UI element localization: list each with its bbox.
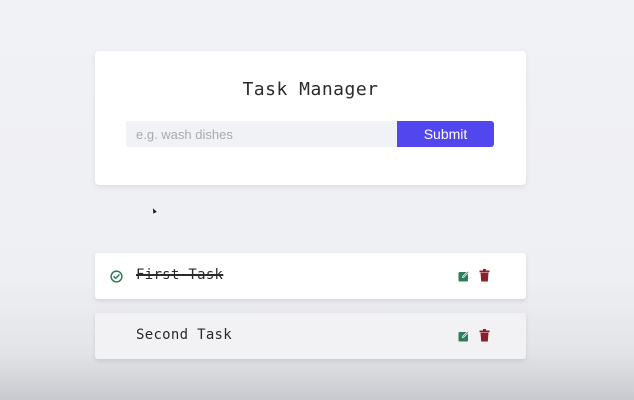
trash-icon[interactable]: [479, 269, 490, 282]
trash-icon[interactable]: [479, 329, 490, 342]
task-form: Submit: [126, 121, 494, 147]
submit-button[interactable]: Submit: [397, 121, 494, 147]
task-item[interactable]: Second Task: [95, 313, 526, 359]
task-label: Second Task: [136, 327, 233, 343]
check-circle-icon[interactable]: [110, 270, 123, 283]
edit-icon[interactable]: [458, 330, 470, 342]
edit-icon[interactable]: [458, 270, 470, 282]
page-title: Task Manager: [242, 79, 379, 100]
mouse-cursor: [151, 207, 157, 214]
task-label: First Task: [136, 267, 224, 283]
task-item[interactable]: First Task: [95, 253, 526, 299]
task-input[interactable]: [126, 121, 397, 147]
task-manager-card: Task Manager Submit: [95, 51, 526, 185]
